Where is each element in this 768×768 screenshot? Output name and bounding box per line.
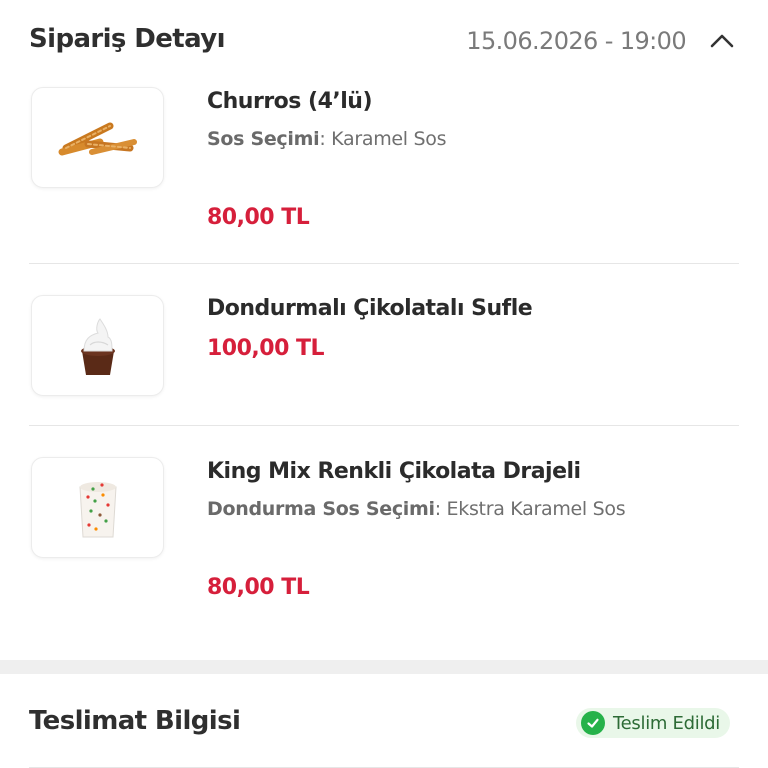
option-value: Ekstra Karamel Sos <box>446 498 626 520</box>
product-name: Dondurmalı Çikolatalı Sufle <box>207 296 533 321</box>
order-detail-header[interactable]: Sipariş Detayı 15.06.2026 - 19:00 <box>0 0 768 84</box>
option-value: Karamel Sos <box>331 128 447 150</box>
chevron-up-icon[interactable] <box>707 28 737 52</box>
churros-image <box>58 122 137 155</box>
product-price: 100,00 TL <box>207 336 325 361</box>
king-mix-image <box>78 481 117 537</box>
section-separator <box>0 660 768 674</box>
product-thumbnail <box>31 295 164 396</box>
product-thumbnail <box>31 87 164 188</box>
product-name: Churros (4’lü) <box>207 89 373 114</box>
item-divider <box>29 263 739 264</box>
check-circle-icon <box>581 711 605 735</box>
option-key: Sos Seçimi <box>207 128 320 150</box>
delivery-info-section[interactable]: Teslimat Bilgisi Teslim Edildi <box>0 674 768 768</box>
order-datetime: 15.06.2026 - 19:00 <box>466 27 686 55</box>
order-detail-title: Sipariş Detayı <box>29 24 226 54</box>
product-price: 80,00 TL <box>207 205 310 230</box>
delivery-status-label: Teslim Edildi <box>613 712 720 734</box>
option-key: Dondurma Sos Seçimi <box>207 498 435 520</box>
delivery-status-badge: Teslim Edildi <box>576 708 730 738</box>
product-option: Dondurma Sos Seçimi: Ekstra Karamel Sos <box>207 498 626 520</box>
delivery-info-title: Teslimat Bilgisi <box>29 706 241 736</box>
product-name: King Mix Renkli Çikolata Drajeli <box>207 459 581 484</box>
product-price: 80,00 TL <box>207 575 310 600</box>
product-option: Sos Seçimi: Karamel Sos <box>207 128 447 150</box>
sufle-image <box>80 317 115 375</box>
product-thumbnail <box>31 457 164 558</box>
item-divider <box>29 425 739 426</box>
